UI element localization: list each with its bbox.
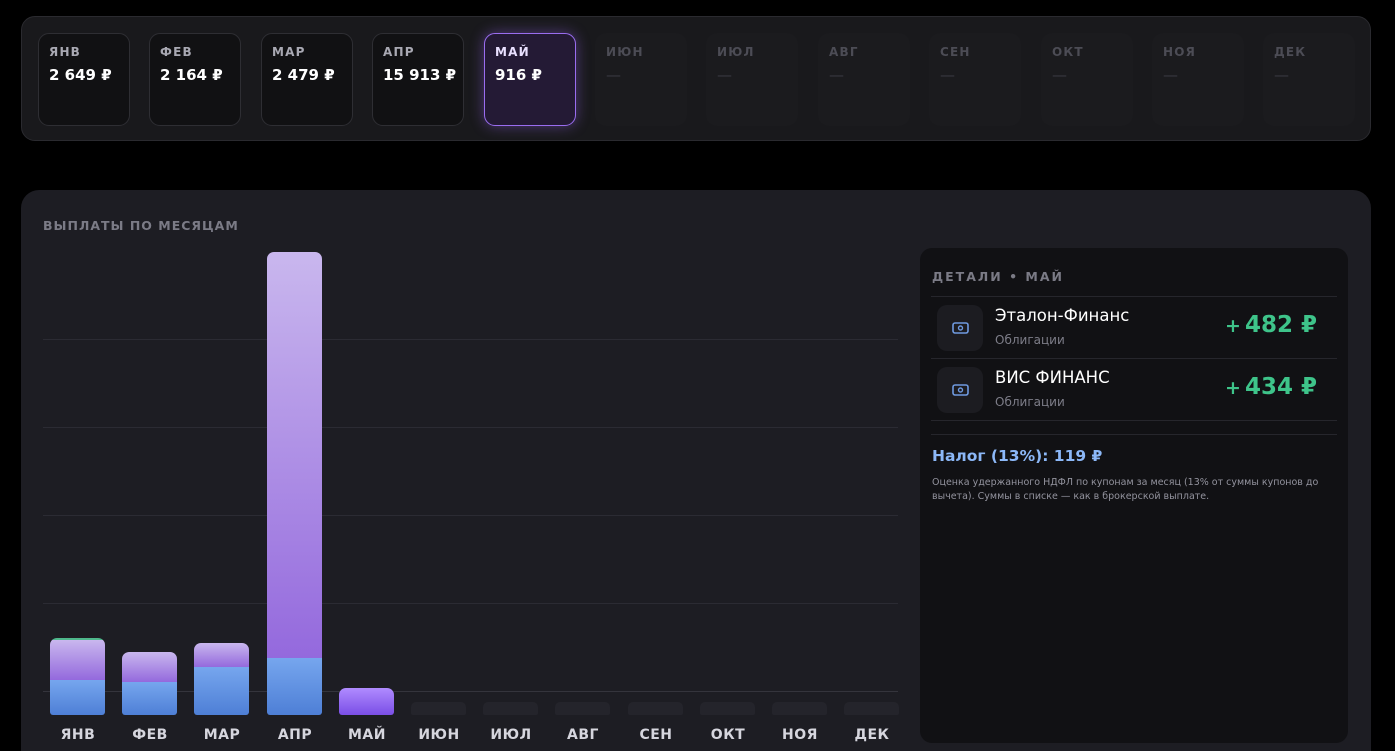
month-card-4[interactable]: АПР 15 913 ₽ [372,33,464,126]
bar-segment-upper [50,638,105,680]
x-axis-label: МАЙ [348,727,386,743]
month-card-value: 916 ₽ [495,66,542,84]
tax-note: Оценка удержанного НДФЛ по купонам за ме… [932,477,1319,502]
month-card-label: ЯНВ [49,45,82,59]
month-card-7[interactable]: ИЮЛ — [706,33,798,126]
details-title: ДЕТАЛИ • МАЙ [932,269,1064,284]
payout-type: Облигации [995,333,1065,347]
month-card-11[interactable]: НОЯ — [1152,33,1244,126]
bar-3[interactable] [194,643,249,715]
month-card-value: — [1163,66,1178,84]
payout-type: Облигации [995,395,1065,409]
month-card-6[interactable]: ИЮН — [595,33,687,126]
x-axis-label: ФЕВ [132,727,168,743]
bar-10[interactable] [700,702,755,715]
details-panel: ДЕТАЛИ • МАЙ Эталон-Финанс Облигации +48… [920,248,1348,743]
month-card-value: 2 649 ₽ [49,66,112,84]
divider [931,420,1337,421]
month-card-label: МАР [272,45,306,59]
bar-1[interactable] [50,638,105,715]
month-card-12[interactable]: ДЕК — [1263,33,1355,126]
x-axis-label: ИЮН [418,727,460,743]
x-axis-label: ОКТ [710,727,746,743]
bar-11[interactable] [772,702,827,715]
bar-segment-upper [194,643,249,667]
x-axis-label: МАР [203,727,241,743]
month-card-label: СЕН [940,45,971,59]
month-card-value: — [606,66,621,84]
bar-7[interactable] [483,702,538,715]
month-card-label: ИЮН [606,45,644,59]
bar-5[interactable] [339,688,394,715]
bar-12[interactable] [844,702,899,715]
payout-amount-value: 434 ₽ [1244,374,1317,400]
month-card-8[interactable]: АВГ — [818,33,910,126]
payout-name: Эталон-Финанс [995,306,1130,325]
bar-6[interactable] [411,702,466,715]
bar-segment-upper [267,252,322,658]
bar-9[interactable] [628,702,683,715]
month-card-5[interactable]: МАЙ 916 ₽ [484,33,576,126]
x-axis-label: СЕН [639,727,673,743]
bar-segment-lower [267,658,322,715]
month-card-9[interactable]: СЕН — [929,33,1021,126]
divider [931,434,1337,435]
plus-sign: + [1225,377,1241,399]
month-card-value: 2 479 ₽ [272,66,335,84]
month-card-label: АПР [383,45,415,59]
payout-row[interactable]: ВИС ФИНАНС Облигации +434 ₽ [931,359,1337,419]
payout-amount-value: 482 ₽ [1244,312,1317,338]
grid-line [43,603,898,604]
month-card-label: МАЙ [495,45,530,59]
month-selector-panel: ЯНВ 2 649 ₽ ФЕВ 2 164 ₽ МАР 2 479 ₽ АПР 15 913 … [21,16,1371,141]
x-axis-label: НОЯ [782,727,818,743]
month-card-1[interactable]: ЯНВ 2 649 ₽ [38,33,130,126]
month-card-value: 2 164 ₽ [160,66,223,84]
tax-summary: Налог (13%): 119 ₽ [932,447,1103,465]
bar-segment-lower [122,682,177,715]
x-axis-label: АПР [277,727,313,743]
payout-amount: +482 ₽ [1225,312,1317,338]
payout-amount: +434 ₽ [1225,374,1317,400]
payouts-panel: ВЫПЛАТЫ ПО МЕСЯЦАМ ЯНВ ФЕВ МАР АПР МАЙ ИЮН ИЮЛ… [21,190,1371,751]
x-axis-label: ДЕК [854,727,890,743]
grid-line [43,427,898,428]
month-card-value: — [940,66,955,84]
bar-4[interactable] [267,252,322,715]
banknote-icon [937,305,983,351]
bar-segment-upper [339,688,394,715]
month-card-label: ОКТ [1052,45,1084,59]
month-card-value: — [829,66,844,84]
month-card-value: — [1274,66,1289,84]
payout-row[interactable]: Эталон-Финанс Облигации +482 ₽ [931,297,1337,357]
month-card-value: — [717,66,732,84]
grid-line [43,339,898,340]
grid-line [43,515,898,516]
month-card-label: ИЮЛ [717,45,755,59]
month-card-label: АВГ [829,45,859,59]
month-card-label: ФЕВ [160,45,193,59]
x-axis-label: АВГ [567,727,599,743]
month-card-value: 15 913 ₽ [383,66,457,84]
month-card-2[interactable]: ФЕВ 2 164 ₽ [149,33,241,126]
chart-title: ВЫПЛАТЫ ПО МЕСЯЦАМ [43,218,239,233]
plus-sign: + [1225,315,1241,337]
month-card-10[interactable]: ОКТ — [1041,33,1133,126]
x-axis-label: ИЮЛ [490,727,532,743]
banknote-icon [937,367,983,413]
month-card-3[interactable]: МАР 2 479 ₽ [261,33,353,126]
bar-2[interactable] [122,652,177,715]
bar-segment-lower [50,680,105,715]
month-card-label: ДЕК [1274,45,1307,59]
month-card-label: НОЯ [1163,45,1197,59]
bar-8[interactable] [555,702,610,715]
bar-segment-lower [194,667,249,715]
bar-segment-upper [122,652,177,682]
x-axis-label: ЯНВ [60,727,96,743]
payout-name: ВИС ФИНАНС [995,368,1110,387]
month-card-value: — [1052,66,1067,84]
